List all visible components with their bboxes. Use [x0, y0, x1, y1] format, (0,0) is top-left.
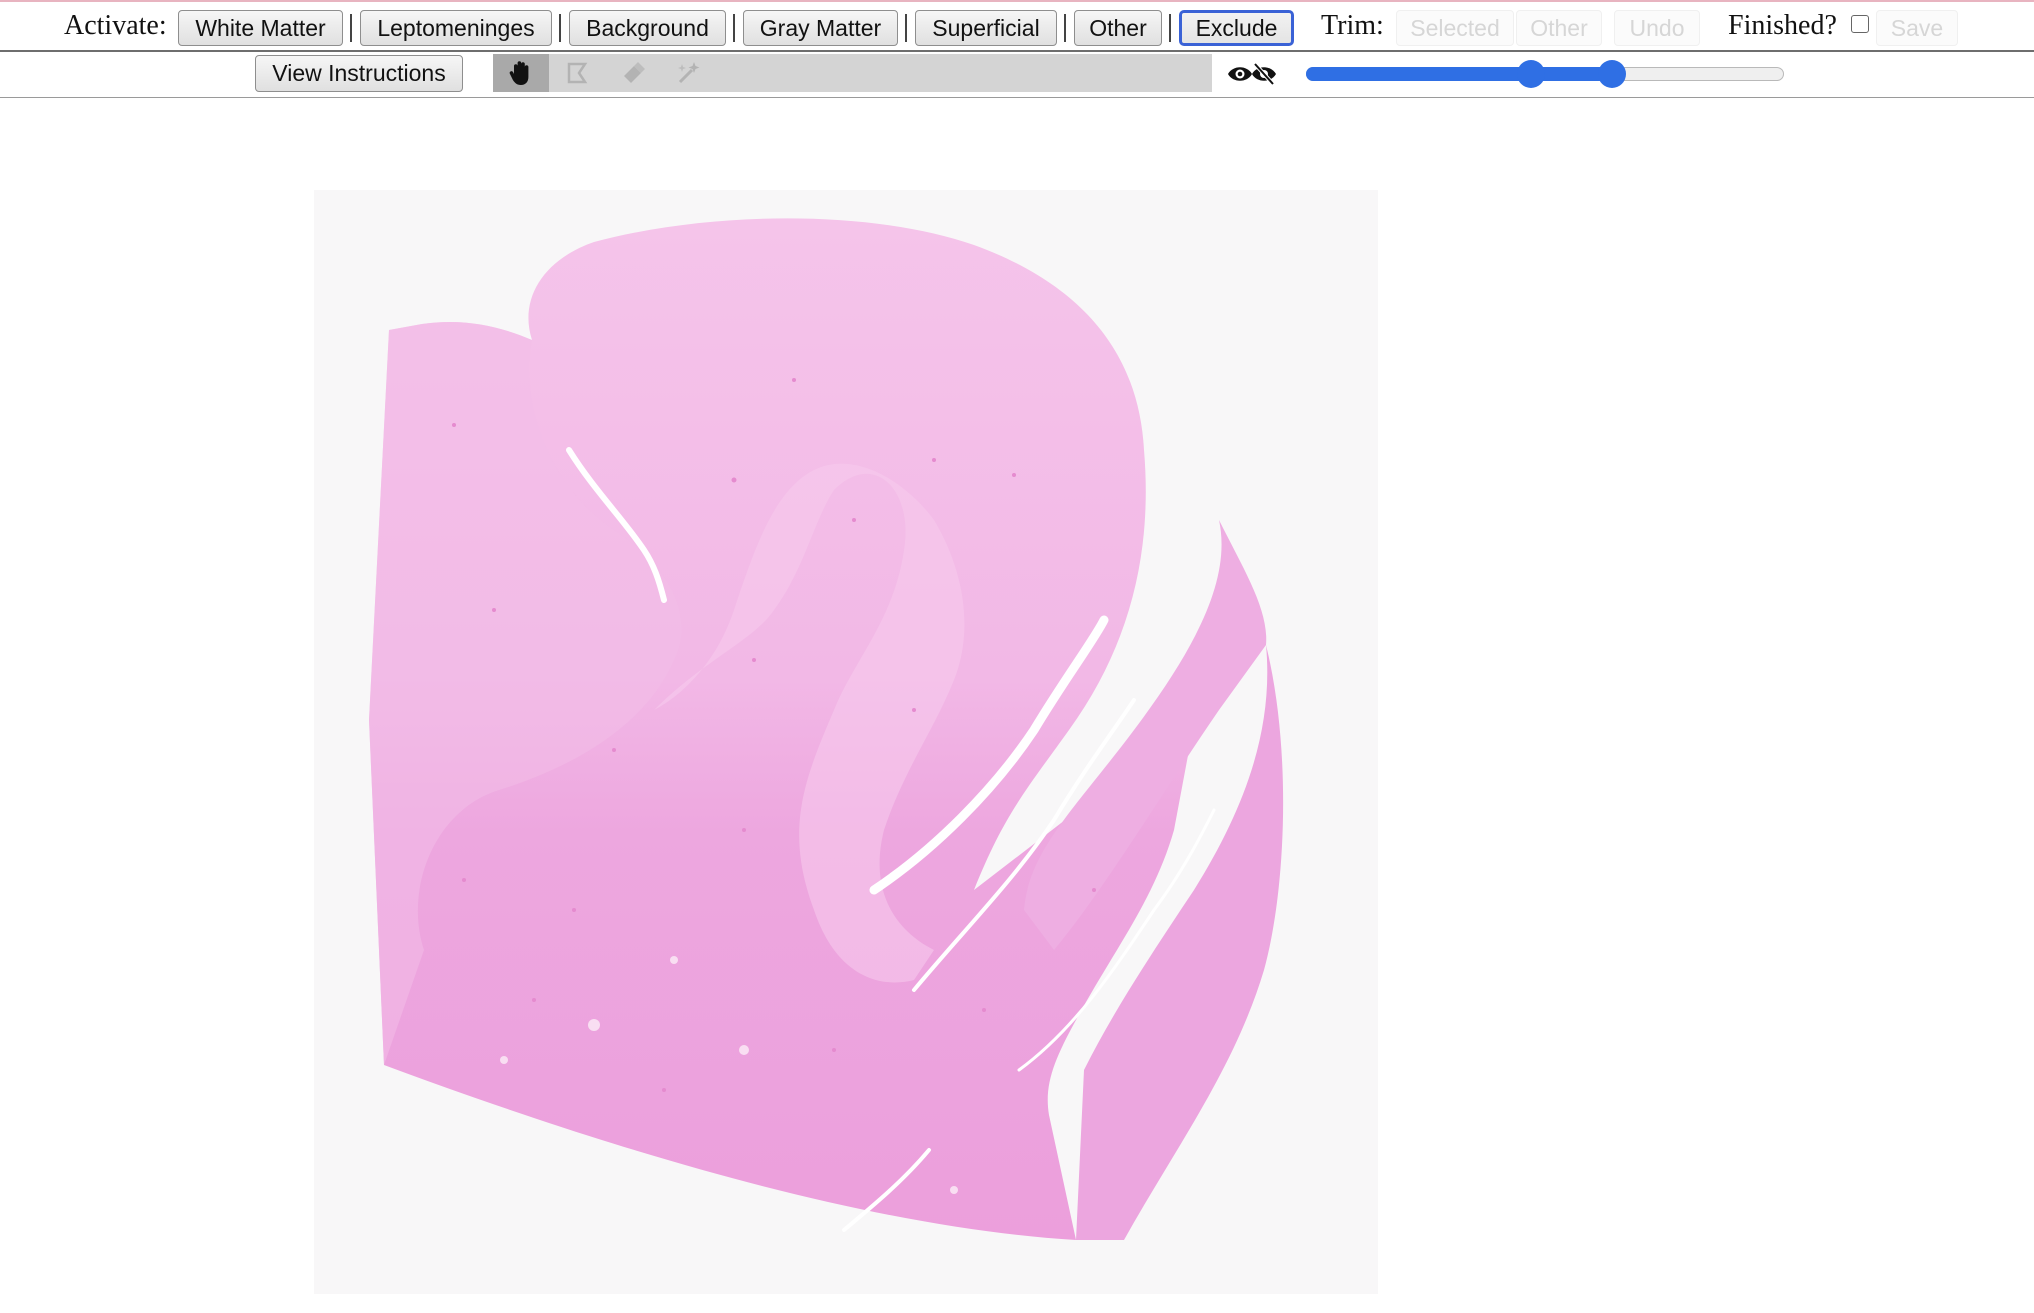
- opacity-slider-fill: [1306, 67, 1612, 81]
- separator: [733, 14, 735, 42]
- finished-checkbox[interactable]: [1851, 15, 1869, 33]
- opacity-slider-thumb-lower[interactable]: [1516, 60, 1545, 88]
- trim-undo-button[interactable]: Undo: [1614, 10, 1700, 46]
- brush-icon[interactable]: [605, 54, 661, 92]
- separator: [559, 14, 561, 42]
- trim-label: Trim:: [1321, 10, 1384, 41]
- activate-background-button[interactable]: Background: [569, 10, 726, 46]
- trim-selected-button[interactable]: Selected: [1396, 10, 1514, 46]
- activate-white-matter-button[interactable]: White Matter: [178, 10, 343, 46]
- finished-label: Finished?: [1728, 10, 1837, 41]
- activate-label: Activate:: [64, 10, 167, 41]
- activate-other-button[interactable]: Other: [1074, 10, 1162, 46]
- activate-superficial-button[interactable]: Superficial: [915, 10, 1057, 46]
- separator: [1064, 14, 1066, 42]
- trim-other-button[interactable]: Other: [1516, 10, 1602, 46]
- annotation-toolbar: Activate: White Matter Leptomeninges Bac…: [0, 2, 2034, 52]
- activate-leptomeninges-button[interactable]: Leptomeninges: [360, 10, 552, 46]
- tool-toolbar: View Instructions: [0, 52, 2034, 98]
- hand-icon[interactable]: [493, 54, 549, 92]
- slide-viewer[interactable]: [314, 190, 1378, 1294]
- wand-icon[interactable]: [661, 54, 717, 92]
- tool-strip: [493, 54, 1212, 92]
- view-instructions-button[interactable]: View Instructions: [255, 55, 463, 92]
- opacity-slider-thumb-upper[interactable]: [1597, 60, 1626, 88]
- brain-tissue-section: [369, 218, 1284, 1240]
- separator: [905, 14, 907, 42]
- separator: [350, 14, 352, 42]
- activate-gray-matter-button[interactable]: Gray Matter: [743, 10, 898, 46]
- separator: [1169, 14, 1171, 42]
- eye-toggle-icon[interactable]: [1212, 54, 1292, 94]
- save-button[interactable]: Save: [1876, 10, 1958, 46]
- polygon-select-icon[interactable]: [549, 54, 605, 92]
- activate-exclude-button[interactable]: Exclude: [1179, 10, 1294, 46]
